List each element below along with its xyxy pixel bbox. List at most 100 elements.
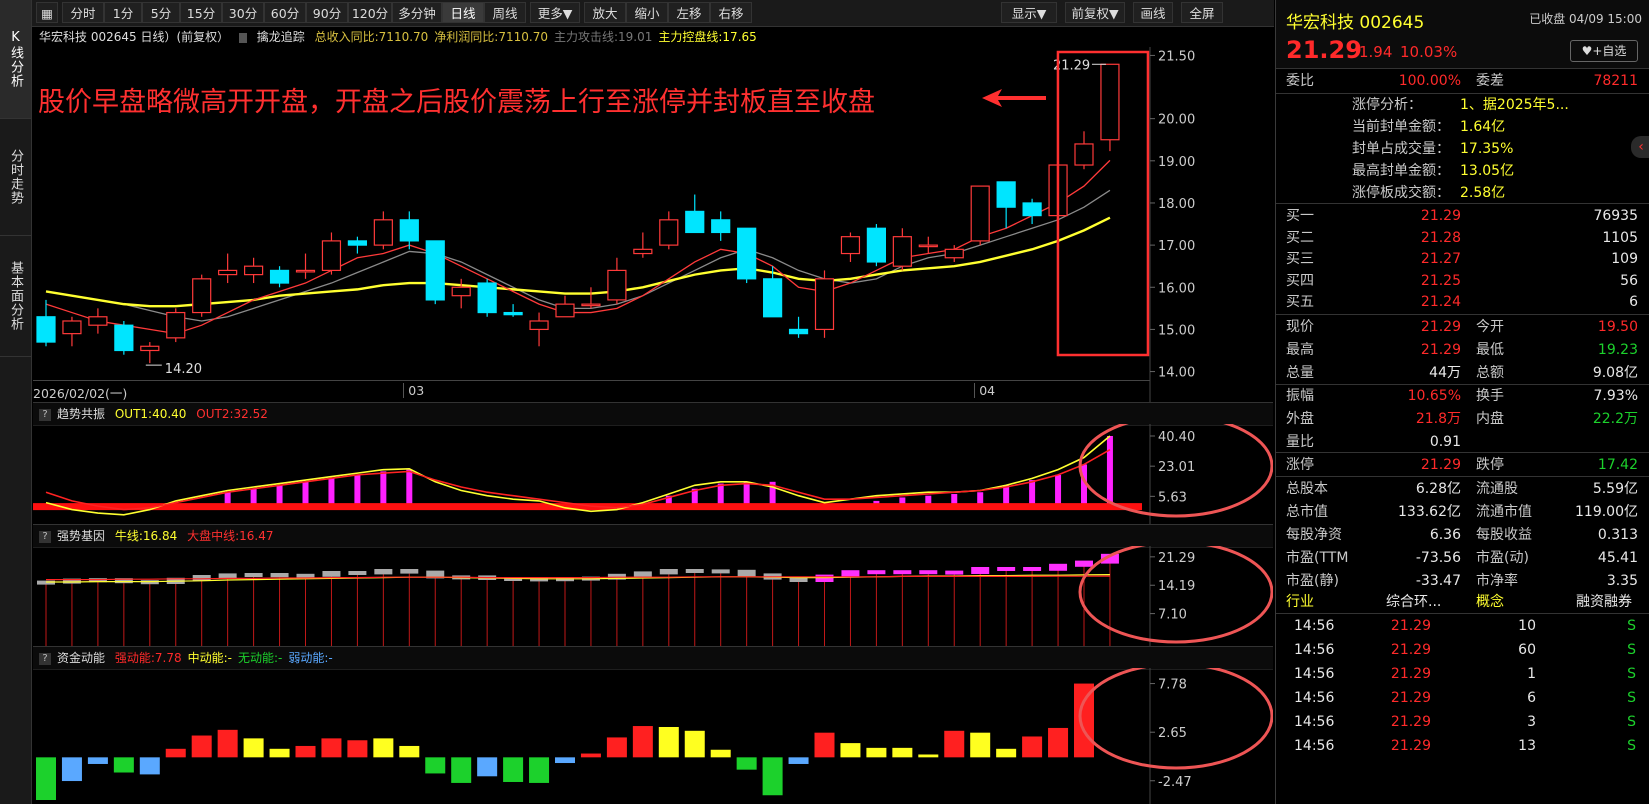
y-tick-label: 40.40 (1158, 430, 1195, 445)
toolbar-right-button-3[interactable]: 全屏 (1181, 2, 1223, 23)
toolbar-button-15[interactable]: 右移 (710, 2, 752, 23)
tag-link[interactable]: 行业 (1286, 590, 1314, 614)
y-tick-label: 23.01 (1158, 460, 1195, 475)
quote-label: 总量 (1286, 365, 1314, 381)
bid-volume: 1105 (1602, 229, 1638, 246)
bid-row[interactable]: 买五 21.24 6 (1276, 291, 1649, 313)
value: 17.35% (1460, 141, 1514, 157)
help-icon[interactable]: ? (39, 408, 51, 421)
candle-body (114, 324, 134, 352)
candle-body (218, 269, 238, 276)
gene-bar (919, 570, 938, 575)
toolbar-button-9[interactable]: 日线 (442, 2, 484, 23)
bid-price: 21.25 (1420, 272, 1461, 289)
fund-label: 每股净资 (1286, 527, 1342, 543)
toolbar-right-button-0[interactable]: 显示▼ (1001, 2, 1057, 23)
quote-label: 内盘 (1476, 411, 1504, 427)
help-icon[interactable]: ? (39, 530, 51, 543)
quote-label: 最高 (1286, 342, 1314, 358)
momentum-bar (295, 745, 316, 758)
bid-row[interactable]: 买三 21.27 109 (1276, 248, 1649, 270)
stock-name-code: 华宏科技 002645 (1286, 13, 1425, 33)
value: 2.58亿 (1460, 185, 1506, 201)
bid-row[interactable]: 买四 21.25 56 (1276, 270, 1649, 292)
label: 最高封单金额： (1352, 163, 1450, 179)
indicator-panel-header-trend: ? 趋势共振 OUT1:40.40 OUT2:32.52 (33, 402, 1273, 426)
label: 封单占成交量： (1352, 141, 1450, 157)
quote-value: 0.91 (1429, 434, 1461, 450)
bid-row[interactable]: 买二 21.28 1105 (1276, 227, 1649, 249)
candle-body (244, 265, 264, 276)
add-watchlist-button[interactable]: ♥+自选 (1570, 40, 1638, 62)
toolbar-button-10[interactable]: 周线 (484, 2, 526, 23)
candle-body (996, 181, 1016, 208)
fund-label: 每股收益 (1476, 527, 1532, 543)
trend-bar (717, 483, 724, 507)
tick-time: 14:56 (1294, 738, 1335, 754)
capital-momentum-chart[interactable]: 7.78 2.65 -2.47 (33, 668, 1273, 804)
y-tick-label: 7.78 (1158, 678, 1187, 693)
candle[interactable] (814, 270, 835, 338)
grid-icon[interactable]: ▦ (36, 2, 58, 23)
tab-fundamentals[interactable]: 基本面分析 (0, 236, 31, 357)
tab-label: K线分析 (8, 30, 23, 88)
fund-value: -73.56 (1415, 550, 1461, 566)
toolbar-right-button-2[interactable]: 画线 (1133, 2, 1173, 23)
toolbar-button-14[interactable]: 左移 (668, 2, 710, 23)
quote-value: 44万 (1429, 365, 1461, 381)
candle[interactable] (1100, 63, 1120, 152)
tag-link[interactable]: 融资融券 (1576, 590, 1632, 614)
indicator-value: 无动能:- (237, 651, 283, 665)
tag-link[interactable]: 概念 (1476, 590, 1504, 614)
strength-gene-chart[interactable]: 21.29 14.19 7.10 (33, 546, 1273, 646)
gene-bar (218, 573, 237, 578)
indicator-icon[interactable] (238, 32, 247, 43)
bid-row[interactable]: 买一 21.29 76935 (1276, 205, 1649, 227)
candle[interactable] (866, 224, 887, 267)
tick-direction: S (1627, 714, 1636, 730)
tab-intraday[interactable]: 分时走势 (0, 119, 31, 236)
candle[interactable] (425, 240, 445, 305)
label: 当前封单金额： (1352, 119, 1450, 135)
momentum-bar (814, 732, 835, 758)
quote-row: 量比 0.91 (1276, 430, 1649, 454)
candle[interactable] (737, 227, 757, 284)
toolbar-button-7[interactable]: 120分 (348, 2, 392, 23)
trend-resonance-chart[interactable]: 40.40 23.01 5.63 (33, 424, 1273, 524)
bid-price: 21.24 (1420, 294, 1461, 311)
limit-info-row: 封单占成交量： 17.35% (1276, 138, 1649, 160)
candle-body (840, 236, 861, 255)
tick-direction: S (1627, 738, 1636, 754)
toolbar-button-6[interactable]: 90分 (306, 2, 348, 23)
market-status: 已收盘 04/09 15:00 (1529, 12, 1642, 26)
candle[interactable] (192, 274, 212, 317)
toolbar-button-5[interactable]: 60分 (264, 2, 306, 23)
momentum-bar (113, 757, 134, 773)
toolbar-button-3[interactable]: 15分 (180, 2, 222, 23)
toolbar-button-11[interactable]: 更多▼ (530, 2, 580, 23)
momentum-bar (632, 726, 653, 758)
momentum-bar (580, 753, 601, 758)
momentum-bar (217, 729, 238, 758)
candle[interactable] (114, 320, 134, 355)
indicator-name[interactable]: 擒龙追踪 (257, 30, 305, 44)
candle[interactable] (477, 278, 497, 317)
toolbar-button-2[interactable]: 5分 (142, 2, 180, 23)
toolbar-button-4[interactable]: 30分 (222, 2, 264, 23)
toolbar-button-1[interactable]: 1分 (104, 2, 142, 23)
toolbar-button-0[interactable]: 分时 (62, 2, 104, 23)
toolbar-right-button-1[interactable]: 前复权▼ (1065, 2, 1125, 23)
momentum-bar (970, 732, 991, 758)
candle[interactable] (166, 308, 186, 343)
candle[interactable] (970, 185, 990, 246)
tab-kline-analysis[interactable]: K线分析 (0, 0, 31, 119)
help-icon[interactable]: ? (39, 652, 51, 665)
indicator-value: 净利润同比:7110.70 (434, 30, 548, 44)
tag-link[interactable]: 综合环... (1386, 590, 1441, 614)
trend-bar (1029, 480, 1036, 507)
collapse-arrow-icon[interactable]: ‹ (1631, 136, 1649, 158)
toolbar-button-8[interactable]: 多分钟 (392, 2, 442, 23)
toolbar-button-13[interactable]: 缩小 (626, 2, 668, 23)
toolbar-button-12[interactable]: 放大 (584, 2, 626, 23)
indicator-value: 大盘中线:16.47 (187, 529, 274, 543)
